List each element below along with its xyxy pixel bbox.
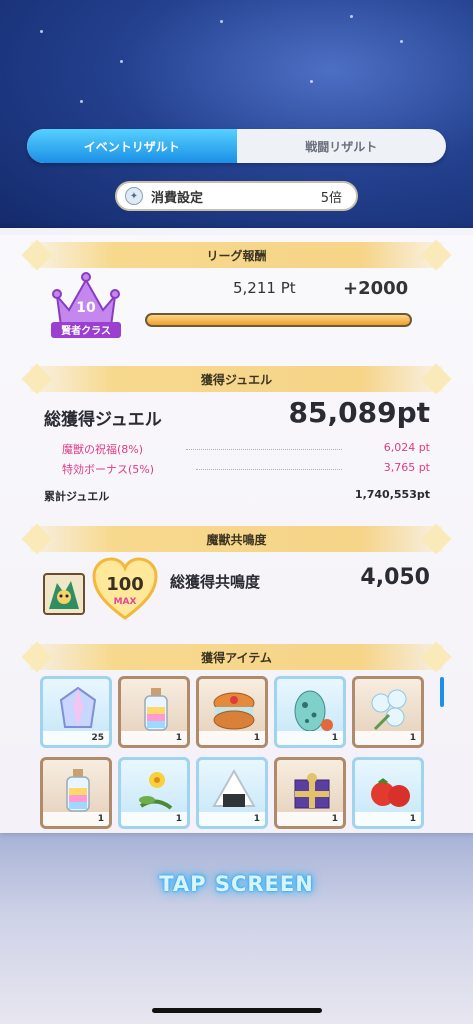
league-progress-fill: [147, 315, 410, 325]
item-count: 1: [121, 812, 187, 826]
item-count: 1: [355, 731, 421, 745]
item-count: 1: [199, 731, 265, 745]
item-cell[interactable]: 1: [118, 757, 190, 829]
item-count: 1: [121, 731, 187, 745]
item-cell[interactable]: 1: [118, 676, 190, 748]
item-scrollbar[interactable]: [440, 677, 444, 707]
item-count: 25: [43, 731, 109, 745]
resonance-ribbon: 魔獣共鳴度: [30, 526, 443, 552]
item-count: 1: [277, 731, 343, 745]
cumulative-jewel-label: 累計ジュエル: [44, 490, 110, 503]
league-title: リーグ報酬: [206, 248, 267, 263]
home-indicator[interactable]: [152, 1008, 322, 1013]
dotted-leader: [186, 449, 342, 450]
item-cell[interactable]: 1: [352, 757, 424, 829]
beast-avatar[interactable]: [43, 573, 85, 615]
item-cell[interactable]: 1: [274, 757, 346, 829]
items-title: 獲得アイテム: [201, 650, 272, 665]
league-ribbon: リーグ報酬: [30, 242, 443, 268]
jewel-title: 獲得ジュエル: [200, 372, 273, 387]
bonus-value: 3,765 pt: [383, 461, 430, 474]
item-cell[interactable]: 1: [352, 676, 424, 748]
resonance-title: 魔獣共鳴度: [206, 532, 267, 547]
item-cell[interactable]: 1: [196, 757, 268, 829]
league-points: 5,211 Pt: [233, 279, 296, 297]
consumption-label: 消費設定: [151, 190, 204, 206]
jewel-ribbon: 獲得ジュエル: [30, 366, 443, 392]
resonance-value: 4,050: [360, 565, 430, 590]
item-cell[interactable]: 25: [40, 676, 112, 748]
rank-crown-icon: 10 賢者クラス: [51, 272, 121, 338]
rank-class: 賢者クラス: [61, 324, 111, 337]
result-tabs: イベントリザルト 戦闘リザルト: [27, 129, 446, 163]
cumulative-jewel-value: 1,740,553pt: [354, 488, 430, 501]
consumption-value: 5倍: [320, 190, 342, 206]
item-cell[interactable]: 1: [40, 757, 112, 829]
consumption-setting[interactable]: ✦ 消費設定 5倍: [115, 181, 358, 211]
blessing-label: 魔獣の祝福(8%): [62, 443, 144, 456]
tab-battle-result[interactable]: 戦闘リザルト: [237, 129, 447, 163]
item-count: 1: [277, 812, 343, 826]
item-count: 1: [43, 812, 109, 826]
rank-number: 10: [76, 300, 96, 316]
blessing-value: 6,024 pt: [383, 441, 430, 454]
league-progress-bar: [145, 313, 412, 327]
total-jewel-value: 85,089pt: [288, 396, 430, 429]
resonance-max: MAX: [114, 597, 137, 607]
resonance-level: 100: [106, 574, 144, 595]
item-grid[interactable]: 25 1 1 1 1 1 1 1 1 1: [40, 676, 432, 831]
resonance-heart-icon: 100 MAX: [92, 557, 158, 620]
key-icon: ✦: [125, 187, 143, 205]
item-count: 1: [199, 812, 265, 826]
dotted-leader: [196, 469, 342, 470]
item-cell[interactable]: 1: [196, 676, 268, 748]
item-count: 1: [355, 812, 421, 826]
bonus-label: 特効ボーナス(5%): [62, 463, 155, 476]
resonance-label: 総獲得共鳴度: [170, 573, 261, 591]
beast-portrait-icon: [45, 575, 83, 613]
items-ribbon: 獲得アイテム: [30, 644, 443, 670]
tab-event-result[interactable]: イベントリザルト: [27, 129, 237, 163]
total-jewel-label: 総獲得ジュエル: [44, 410, 162, 430]
tap-screen-prompt[interactable]: TAP SCREEN: [0, 872, 473, 896]
league-bonus: +2000: [343, 278, 409, 299]
background-bottom: [0, 832, 473, 1024]
item-cell[interactable]: 1: [274, 676, 346, 748]
